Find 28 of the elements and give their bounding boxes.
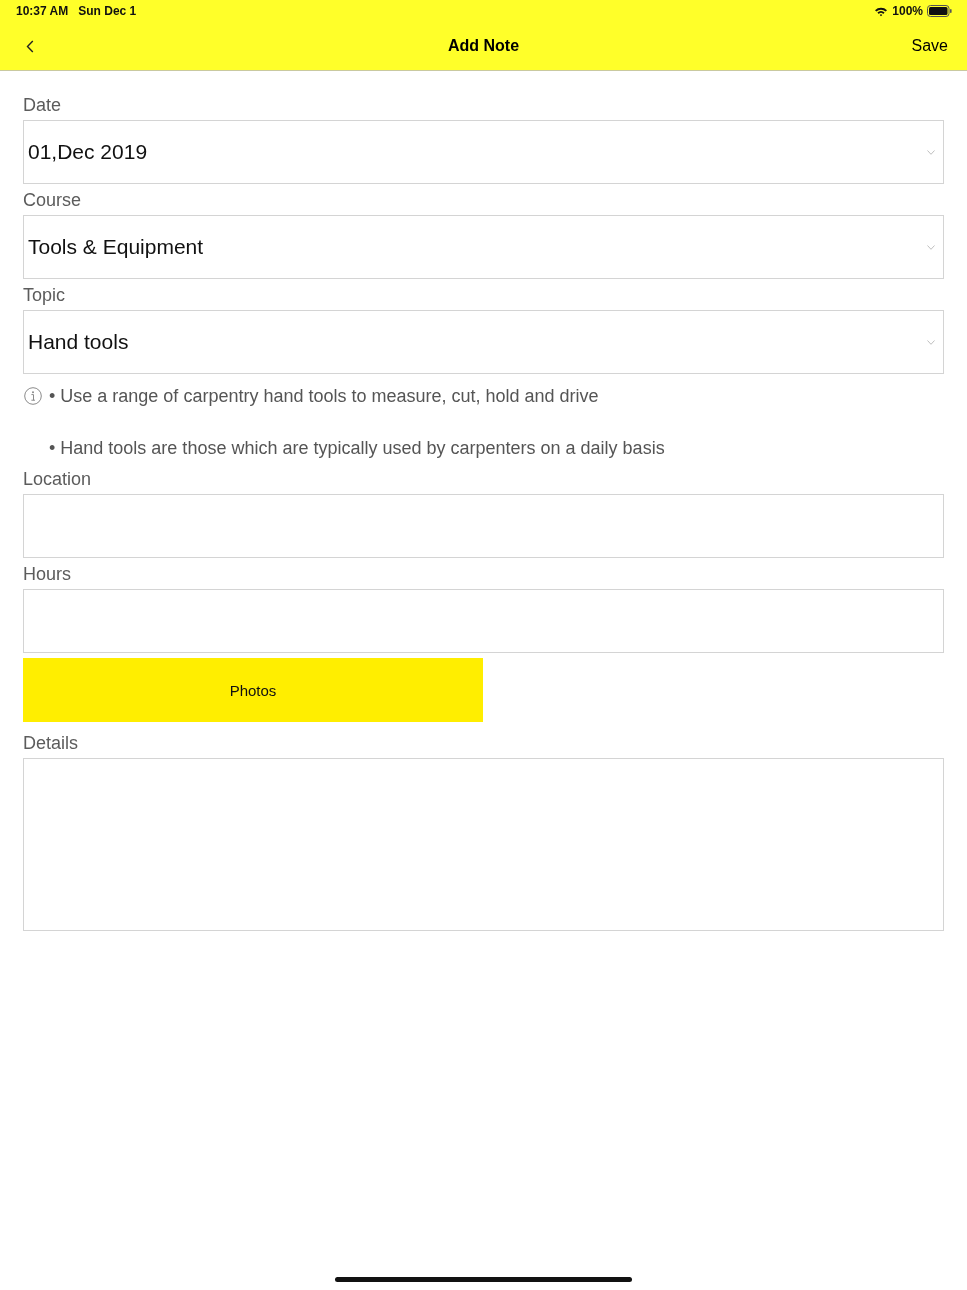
text-area[interactable] bbox=[23, 758, 944, 931]
field-label: Location bbox=[23, 468, 92, 491]
battery-icon bbox=[927, 5, 952, 17]
dropdown-field[interactable]: Tools & Equipment bbox=[23, 215, 944, 279]
chevron-down-icon bbox=[927, 149, 935, 155]
info-text: • Hand tools are those which are typically used by carpenters on a daily basis bbox=[49, 437, 665, 459]
status-time: 10:37 AM bbox=[16, 4, 69, 18]
input-field[interactable] bbox=[23, 494, 944, 558]
photos-button[interactable]: Photos bbox=[23, 658, 483, 722]
field-label: Topic bbox=[23, 284, 66, 307]
field-label: Details bbox=[23, 732, 79, 755]
info-text: • Use a range of carpentry hand tools to measure, cut, hold and drive bbox=[49, 385, 599, 407]
dropdown-field[interactable]: Hand tools bbox=[23, 310, 944, 374]
field-label: Date bbox=[23, 94, 62, 117]
battery-percent: 100% bbox=[892, 4, 923, 18]
chevron-down-icon bbox=[927, 339, 935, 345]
screen-title: Add Note bbox=[447, 37, 520, 54]
chevron-down-icon bbox=[927, 244, 935, 250]
dropdown-field[interactable]: 01,Dec 2019 bbox=[23, 120, 944, 184]
field-label: Hours bbox=[23, 563, 71, 586]
save-button[interactable]: Save bbox=[911, 37, 948, 55]
field-label: Course bbox=[23, 189, 82, 212]
chevron-left-icon bbox=[26, 39, 34, 53]
status-date: Sun Dec 1 bbox=[78, 4, 137, 18]
info-icon bbox=[24, 387, 42, 405]
home-indicator[interactable] bbox=[335, 1277, 632, 1282]
wifi-icon bbox=[874, 5, 889, 17]
input-field[interactable] bbox=[23, 589, 944, 653]
